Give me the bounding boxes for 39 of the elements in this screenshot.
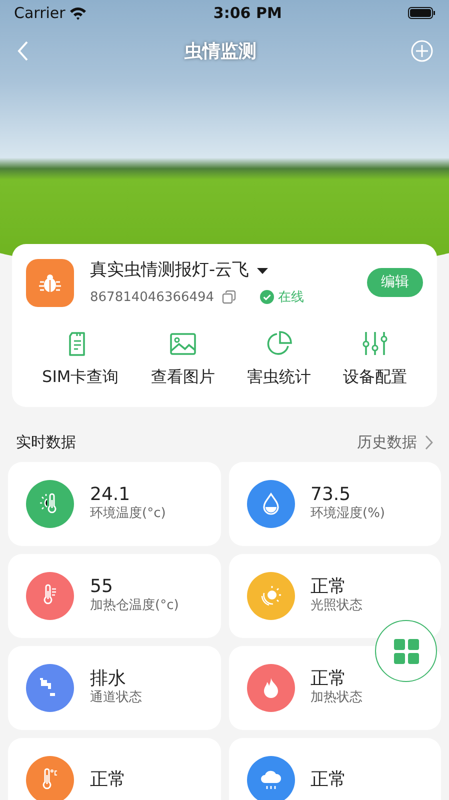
metric-value: 排水 <box>90 668 127 690</box>
action-link[interactable]: 查看图片 <box>150 365 215 389</box>
battery-icon <box>408 7 435 19</box>
pie-chart-icon[interactable] <box>266 331 292 357</box>
metric-value: 正常 <box>310 668 348 690</box>
sun-icon <box>258 584 282 608</box>
back-icon[interactable] <box>16 40 30 62</box>
online-status: 在线 <box>278 288 304 306</box>
metric-value: 正常 <box>310 576 348 598</box>
grid-icon <box>394 638 418 664</box>
action-link[interactable]: 设备配置 <box>342 365 407 389</box>
wifi-icon <box>69 6 88 20</box>
copy-icon[interactable] <box>222 290 236 304</box>
bug-icon <box>38 272 62 294</box>
page-title: 虫情监测 <box>184 40 256 64</box>
action-link[interactable]: SIM卡查询 <box>42 365 119 389</box>
caret-icon[interactable] <box>257 268 268 274</box>
metric-value: 55 <box>90 576 114 598</box>
metric-value: 正常 <box>90 768 126 790</box>
metric-label: 通道状态 <box>90 690 142 707</box>
device-name: 真实虫情测报灯-云飞 <box>90 259 250 282</box>
image-icon[interactable] <box>170 331 196 357</box>
metric-label: 加热仓温度(°c) <box>90 598 179 615</box>
section-title: 实时数据 <box>16 432 76 453</box>
metric-label: 环境湿度(%) <box>310 506 385 523</box>
status-time: 3:06 PM <box>213 2 282 24</box>
metric-value: 24.1 <box>90 484 132 506</box>
metric-label: 光照状态 <box>310 598 362 615</box>
metric-value: 73.5 <box>310 484 352 506</box>
metric-label: 环境温度(°c) <box>90 506 166 523</box>
sliders-icon[interactable] <box>362 331 388 357</box>
action-link[interactable]: 害虫统计 <box>246 365 311 389</box>
metric-value: 正常 <box>310 768 346 790</box>
device-id: 867814046366494 <box>90 288 214 306</box>
carrier-text: Carrier <box>14 2 66 24</box>
add-icon[interactable] <box>411 40 433 62</box>
chevron-right-icon[interactable] <box>425 434 433 450</box>
metric-label: 加热状态 <box>310 690 362 707</box>
history-link[interactable]: 历史数据 <box>357 431 417 454</box>
